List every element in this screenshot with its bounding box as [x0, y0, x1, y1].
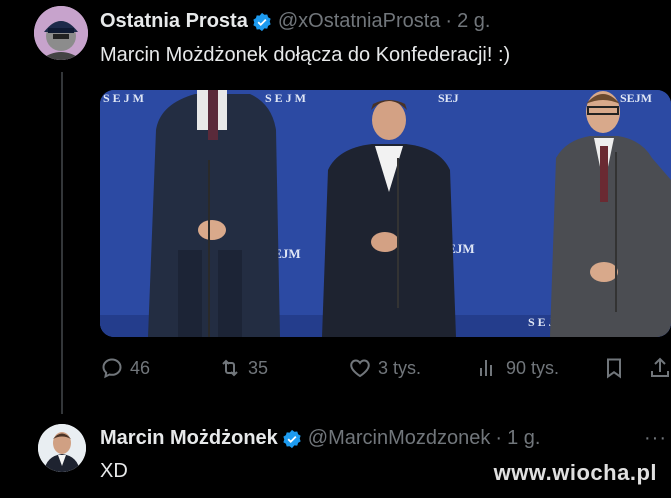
reply-icon	[102, 358, 122, 379]
dot-separator: ·	[495, 427, 503, 449]
author-handle[interactable]: @xOstatniaProsta	[278, 10, 441, 33]
share-icon	[651, 357, 669, 377]
tweet-header: Ostatnia Prosta @xOstatniaProsta · 2 g.	[100, 10, 490, 33]
tweet-media-photo[interactable]: S E J M S E J M SEJ SEJM SEJM SEJM S E J…	[100, 90, 671, 337]
author-name[interactable]: Ostatnia Prosta	[100, 10, 248, 33]
sejm-sign-4: SEJM	[620, 91, 652, 105]
reply-count: 46	[130, 357, 151, 378]
sejm-sign-1: S E J M	[103, 91, 144, 105]
author-avatar[interactable]	[34, 6, 88, 60]
like-count: 3 tys.	[378, 357, 422, 378]
reply-button[interactable]: 46	[100, 356, 150, 380]
heart-icon	[350, 359, 370, 378]
bookmark-button[interactable]	[602, 356, 632, 380]
views-count: 90 tys.	[506, 357, 560, 378]
reply-author-avatar[interactable]	[38, 424, 86, 472]
sejm-sign-3: SEJ	[438, 91, 459, 105]
tweet-timestamp[interactable]: 2 g.	[457, 10, 490, 33]
tweet-action-bar: 46 35 3 tys. 90 tys.	[100, 356, 671, 388]
avatar-image	[38, 424, 86, 472]
reply-author-handle[interactable]: @MarcinMozdzonek	[308, 427, 491, 450]
repost-button[interactable]: 35	[218, 356, 268, 380]
press-conference-image: S E J M S E J M SEJ SEJM SEJM SEJM S E J…	[100, 90, 671, 337]
reply-timestamp[interactable]: 1 g.	[507, 427, 540, 450]
dot-separator: ·	[445, 10, 453, 32]
watermark-text: www.wiocha.pl	[493, 460, 657, 485]
verified-badge-icon	[283, 429, 301, 448]
thread-connector-line	[61, 72, 63, 414]
views-button[interactable]: 90 tys.	[476, 356, 559, 380]
share-button[interactable]	[648, 356, 671, 380]
sejm-sign-2: S E J M	[265, 91, 306, 105]
reply-text: XD	[100, 460, 128, 482]
bookmark-icon	[607, 358, 621, 379]
views-chart-icon	[480, 360, 492, 376]
tweet-text: Marcin Możdżonek dołącza do Konfederacji…	[100, 44, 511, 66]
more-options-button[interactable]: ···	[644, 427, 667, 450]
avatar-image	[34, 6, 88, 60]
verified-badge-icon	[253, 12, 271, 31]
repost-count: 35	[248, 357, 269, 378]
like-button[interactable]: 3 tys.	[348, 356, 421, 380]
reply-header: Marcin Możdżonek @MarcinMozdzonek · 1 g.	[100, 427, 540, 450]
repost-icon	[222, 359, 238, 377]
reply-author-name[interactable]: Marcin Możdżonek	[100, 427, 278, 450]
